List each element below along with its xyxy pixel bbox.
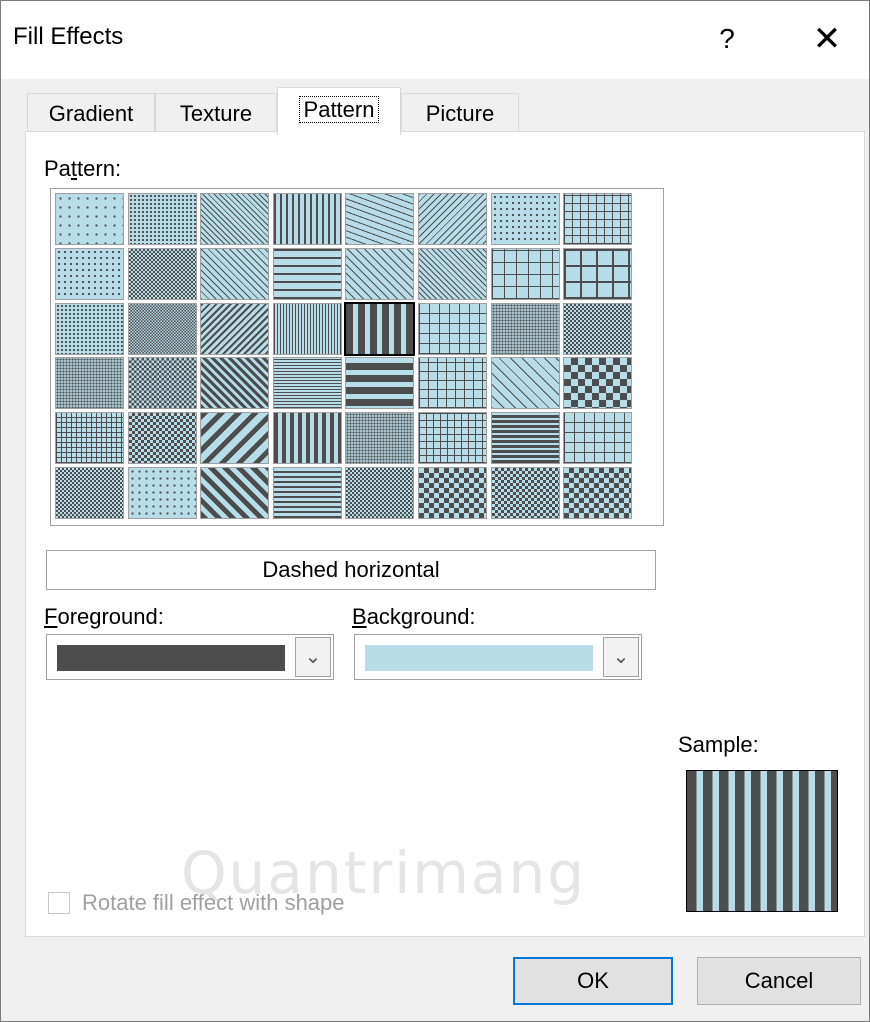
pattern-swatch-r3c4[interactable]	[272, 302, 342, 355]
pattern-swatch-r1c8[interactable]	[563, 193, 633, 245]
pattern-swatch-r1c4[interactable]	[272, 193, 342, 245]
background-color-well	[365, 645, 593, 671]
watermark-logo: Quantrimang	[181, 839, 587, 907]
pattern-swatch-r5c8[interactable]	[563, 412, 633, 465]
chevron-down-icon[interactable]: ⌄	[603, 637, 639, 677]
dialog-title: Fill Effects	[13, 23, 124, 50]
pattern-panel: Pattern: Dashed horizontal Foreground: ⌄…	[25, 131, 865, 937]
pattern-swatch-r4c6[interactable]	[418, 357, 487, 410]
close-button[interactable]: ✕	[807, 19, 847, 59]
pattern-swatch-r4c5[interactable]	[345, 357, 415, 410]
pattern-name-display: Dashed horizontal	[46, 550, 656, 590]
sample-preview	[686, 770, 838, 912]
pattern-swatch-r6c3[interactable]	[200, 467, 270, 519]
tab-gradient[interactable]: Gradient	[27, 93, 155, 133]
tab-pattern[interactable]: Pattern	[277, 87, 401, 135]
pattern-swatch-r2c8[interactable]	[563, 247, 633, 300]
pattern-swatch-r1c7[interactable]	[490, 193, 560, 245]
pattern-swatch-r6c8[interactable]	[563, 467, 633, 519]
pattern-swatch-r5c1[interactable]	[55, 412, 124, 465]
pattern-swatch-r2c5[interactable]	[345, 247, 415, 300]
background-label: Background:	[352, 604, 476, 629]
tab-picture[interactable]: Picture	[401, 93, 519, 133]
sample-label: Sample:	[678, 732, 759, 757]
pattern-label: Pattern:	[44, 156, 122, 181]
pattern-swatch-r6c2[interactable]	[127, 467, 197, 519]
pattern-swatch-r3c3[interactable]	[200, 302, 270, 355]
pattern-swatch-r2c1[interactable]	[55, 247, 124, 300]
pattern-swatch-r2c4[interactable]	[272, 247, 342, 300]
pattern-swatch-r4c1[interactable]	[55, 357, 124, 410]
pattern-swatch-r2c3[interactable]	[200, 247, 270, 300]
pattern-swatch-r5c4[interactable]	[272, 412, 342, 465]
pattern-swatch-r5c2[interactable]	[127, 412, 197, 465]
pattern-swatch-r6c5[interactable]	[345, 467, 415, 519]
pattern-swatch-r1c6[interactable]	[418, 193, 487, 245]
pattern-swatch-r4c4[interactable]	[272, 357, 342, 410]
help-button[interactable]: ?	[707, 19, 747, 59]
fill-effects-dialog: Fill Effects ? ✕ Gradient Texture Patter…	[0, 0, 870, 1022]
pattern-swatch-r5c3[interactable]	[200, 412, 270, 465]
pattern-swatch-r1c5[interactable]	[345, 193, 415, 245]
pattern-grid	[50, 188, 664, 526]
pattern-swatch-r2c7[interactable]	[490, 247, 560, 300]
pattern-swatch-r5c7[interactable]	[490, 412, 560, 465]
pattern-swatch-r4c2[interactable]	[127, 357, 197, 410]
title-bar: Fill Effects ? ✕	[1, 1, 869, 79]
pattern-swatch-r6c4[interactable]	[272, 467, 342, 519]
pattern-swatch-r5c6[interactable]	[418, 412, 487, 465]
pattern-swatch-r2c2[interactable]	[127, 247, 197, 300]
pattern-swatch-r4c7[interactable]	[490, 357, 560, 410]
foreground-color-well	[57, 645, 285, 671]
pattern-swatch-r3c8[interactable]	[563, 302, 633, 355]
pattern-swatch-r6c7[interactable]	[490, 467, 560, 519]
pattern-swatch-r1c1[interactable]	[55, 193, 124, 245]
cancel-button[interactable]: Cancel	[697, 957, 861, 1005]
pattern-swatch-r6c6[interactable]	[418, 467, 487, 519]
background-color-dropdown[interactable]: ⌄	[354, 634, 642, 680]
pattern-swatch-r1c2[interactable]	[127, 193, 197, 245]
ok-button[interactable]: OK	[513, 957, 673, 1005]
pattern-swatch-r3c1[interactable]	[55, 302, 124, 355]
pattern-swatch-r1c3[interactable]	[200, 193, 270, 245]
pattern-swatch-r3c7[interactable]	[490, 302, 560, 355]
chevron-down-icon[interactable]: ⌄	[295, 637, 331, 677]
pattern-swatch-r3c6[interactable]	[418, 302, 487, 355]
pattern-swatch-r2c6[interactable]	[418, 247, 487, 300]
rotate-fill-checkbox[interactable]	[48, 892, 70, 914]
pattern-swatch-r6c1[interactable]	[55, 467, 124, 519]
pattern-swatch-r4c3[interactable]	[200, 357, 270, 410]
foreground-label: Foreground:	[44, 604, 164, 629]
pattern-swatch-r4c8[interactable]	[563, 357, 633, 410]
tab-texture[interactable]: Texture	[155, 93, 277, 133]
pattern-swatch-r3c2[interactable]	[127, 302, 197, 355]
pattern-swatch-r5c5[interactable]	[345, 412, 415, 465]
foreground-color-dropdown[interactable]: ⌄	[46, 634, 334, 680]
pattern-swatch-r3c5[interactable]	[344, 301, 416, 356]
